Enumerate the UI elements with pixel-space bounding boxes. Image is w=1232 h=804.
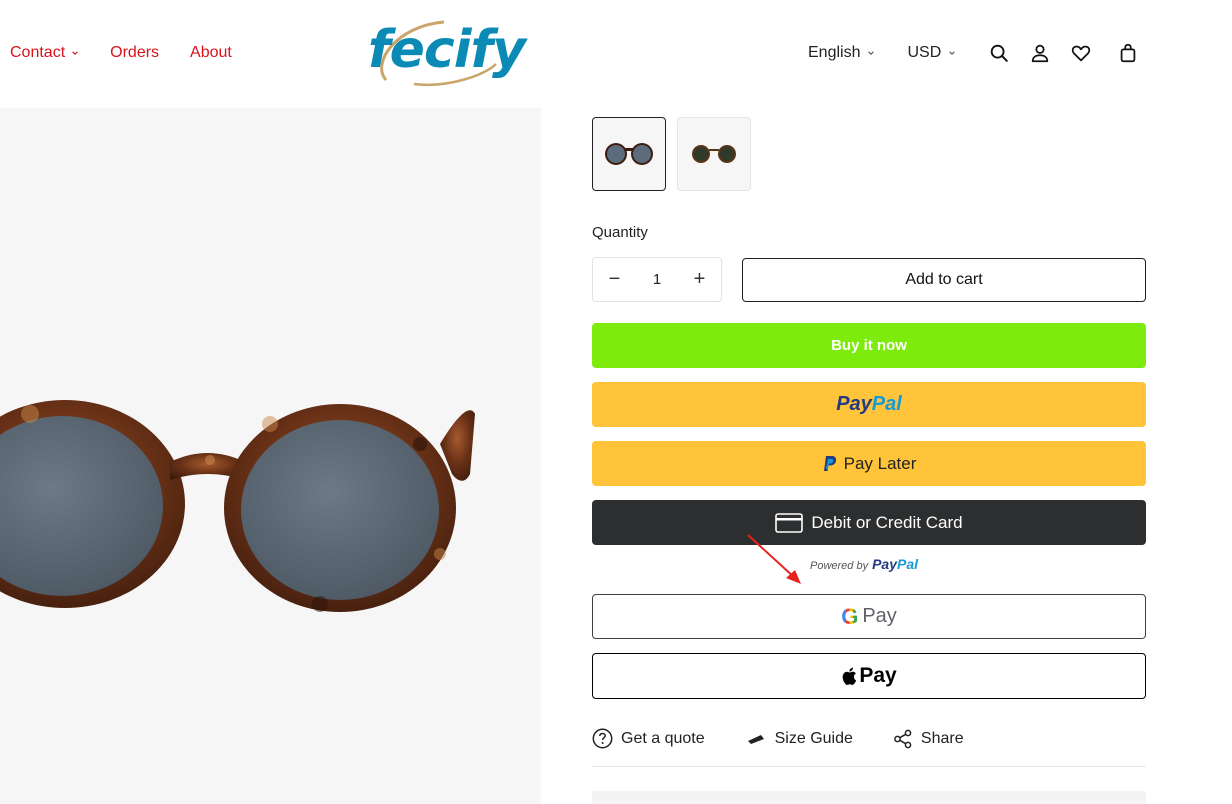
- share-icon: [894, 729, 912, 748]
- cart-icon[interactable]: [1117, 42, 1139, 64]
- product-thumbnail[interactable]: [677, 117, 751, 191]
- account-icon[interactable]: [1029, 42, 1051, 64]
- quantity-stepper: − 1 +: [592, 257, 722, 302]
- pay-later-label: Pay Later: [843, 453, 917, 473]
- nav-item-about[interactable]: About: [190, 42, 232, 64]
- wishlist-icon[interactable]: [1070, 42, 1092, 64]
- credit-card-icon: [775, 512, 804, 533]
- powered-by-paypal: Powered by PayPal: [810, 556, 918, 572]
- product-links: Get a quote Size Guide Share: [592, 728, 1004, 749]
- currency-label: USD: [907, 44, 942, 61]
- share-link[interactable]: Share: [893, 729, 964, 749]
- nav-item-label: About: [190, 44, 232, 61]
- size-guide-link[interactable]: Size Guide: [745, 730, 853, 748]
- header-actions: English USD: [808, 36, 1158, 70]
- apple-icon: [842, 667, 857, 685]
- nav-item-label: Orders: [110, 44, 160, 61]
- red-arrow-annotation: [747, 534, 801, 584]
- thumbnail-sunglasses-green: [692, 145, 736, 163]
- paypal-p-icon: [823, 455, 836, 471]
- section-divider: [592, 766, 1146, 767]
- google-pay-label: Pay: [862, 605, 897, 627]
- language-label: English: [808, 44, 861, 61]
- size-guide-label: Size Guide: [774, 729, 853, 747]
- logo-text: fecify: [368, 20, 526, 80]
- apple-pay-label: Pay: [859, 664, 897, 687]
- chevron-down-icon: [868, 51, 875, 55]
- main-nav: Contact Orders About: [10, 42, 263, 64]
- powered-by-label: Powered by: [810, 560, 869, 572]
- buy-now-button[interactable]: Buy it now: [592, 323, 1146, 368]
- add-to-cart-button[interactable]: Add to cart: [742, 258, 1146, 302]
- get-quote-label: Get a quote: [621, 729, 705, 747]
- get-quote-link[interactable]: Get a quote: [592, 728, 705, 749]
- google-g-icon: G: [841, 603, 859, 629]
- paypal-logo-pal: Pal: [897, 556, 919, 572]
- decrease-quantity-button[interactable]: −: [593, 258, 636, 301]
- paypal-logo-pay: Pay: [872, 556, 898, 572]
- nav-item-orders[interactable]: Orders: [110, 42, 159, 64]
- paypal-logo-pal: Pal: [871, 393, 902, 415]
- currency-selector[interactable]: USD: [907, 44, 956, 62]
- paypal-button[interactable]: PayPal: [592, 382, 1146, 427]
- paypal-logo-pay: Pay: [836, 393, 872, 415]
- chevron-down-icon: [949, 51, 956, 55]
- sunglasses-product-image: [0, 400, 475, 612]
- site-logo[interactable]: fecify: [366, 18, 526, 88]
- share-label: Share: [920, 729, 964, 747]
- product-gallery: [0, 108, 541, 804]
- accordion-header[interactable]: [592, 791, 1146, 804]
- card-label: Debit or Credit Card: [811, 512, 963, 532]
- search-icon[interactable]: [988, 42, 1010, 64]
- increase-quantity-button[interactable]: +: [678, 258, 721, 301]
- google-pay-button[interactable]: G Pay: [592, 594, 1146, 639]
- product-thumbnail[interactable]: [592, 117, 666, 191]
- paypal-logo: PayPal: [872, 556, 918, 572]
- quantity-label: Quantity: [592, 224, 648, 241]
- paypal-logo: PayPal: [836, 393, 902, 416]
- question-icon: [592, 728, 613, 749]
- ruler-icon: [747, 734, 764, 744]
- thumbnail-sunglasses-blue: [605, 143, 653, 165]
- apple-pay-button[interactable]: Pay: [592, 653, 1146, 699]
- nav-item-contact[interactable]: Contact: [10, 42, 79, 64]
- chevron-down-icon: [72, 51, 78, 55]
- quantity-input[interactable]: 1: [636, 271, 678, 288]
- language-selector[interactable]: English: [808, 44, 875, 62]
- nav-item-label: Contact: [10, 44, 66, 61]
- debit-credit-card-button[interactable]: Debit or Credit Card: [592, 500, 1146, 545]
- site-header: Contact Orders About fecify English USD: [0, 0, 1232, 108]
- pay-later-button[interactable]: Pay Later: [592, 441, 1146, 486]
